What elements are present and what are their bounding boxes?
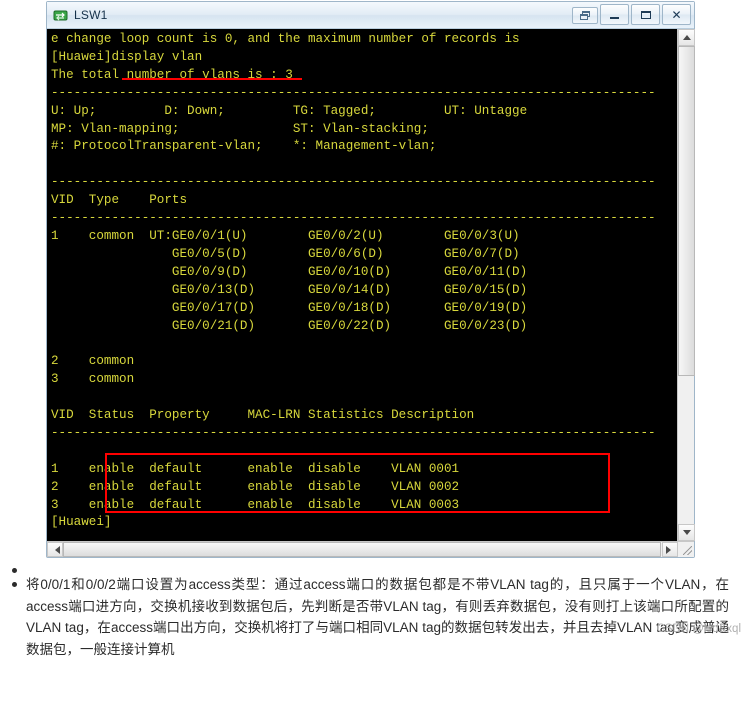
scroll-right-button[interactable] (662, 542, 678, 557)
close-button[interactable]: ✕ (662, 4, 691, 25)
console-output[interactable]: e change loop count is 0, and the maximu… (47, 29, 677, 541)
terminal-window: LSW1 ✕ e change loop count is 0, and the… (46, 1, 695, 558)
console-vertical-scrollbar[interactable] (677, 29, 695, 541)
window-title: LSW1 (74, 8, 108, 22)
console-area: e change loop count is 0, and the maximu… (47, 29, 695, 557)
minimize-button[interactable] (600, 4, 629, 25)
list-item-empty (0, 560, 749, 574)
watermark: CSDN @lsd&xql (656, 622, 741, 635)
chevron-right-icon (665, 545, 675, 554)
minimize-icon (610, 17, 619, 19)
window-titlebar[interactable]: LSW1 ✕ (47, 2, 694, 29)
console-horizontal-scrollbar[interactable] (47, 541, 694, 557)
console-text: e change loop count is 0, and the maximu… (51, 32, 656, 530)
chevron-up-icon (682, 35, 691, 40)
close-icon: ✕ (671, 7, 682, 22)
screenshot-root: LSW1 ✕ e change loop count is 0, and the… (0, 0, 749, 701)
scroll-down-button[interactable] (678, 524, 695, 541)
notes-section: 将0/0/1和0/0/2端口设置为access类型：通过access端口的数据包… (0, 560, 749, 660)
restore-button[interactable] (572, 7, 598, 24)
switch-icon (53, 7, 69, 23)
maximize-icon (640, 10, 651, 19)
horizontal-scroll-thumb[interactable] (63, 542, 661, 557)
list-item: 将0/0/1和0/0/2端口设置为access类型：通过access端口的数据包… (0, 574, 749, 660)
resize-grip[interactable] (678, 542, 694, 557)
note-paragraph: 将0/0/1和0/0/2端口设置为access类型：通过access端口的数据包… (26, 577, 729, 657)
chevron-down-icon (682, 530, 691, 535)
vertical-scroll-thumb[interactable] (678, 46, 695, 376)
window-controls: ✕ (572, 4, 691, 25)
chevron-left-icon (51, 545, 60, 554)
highlight-underline-total-vlans (122, 78, 302, 80)
scroll-left-button[interactable] (47, 542, 63, 557)
maximize-button[interactable] (631, 4, 660, 25)
restore-icon (579, 11, 591, 20)
scroll-up-button[interactable] (678, 29, 695, 46)
